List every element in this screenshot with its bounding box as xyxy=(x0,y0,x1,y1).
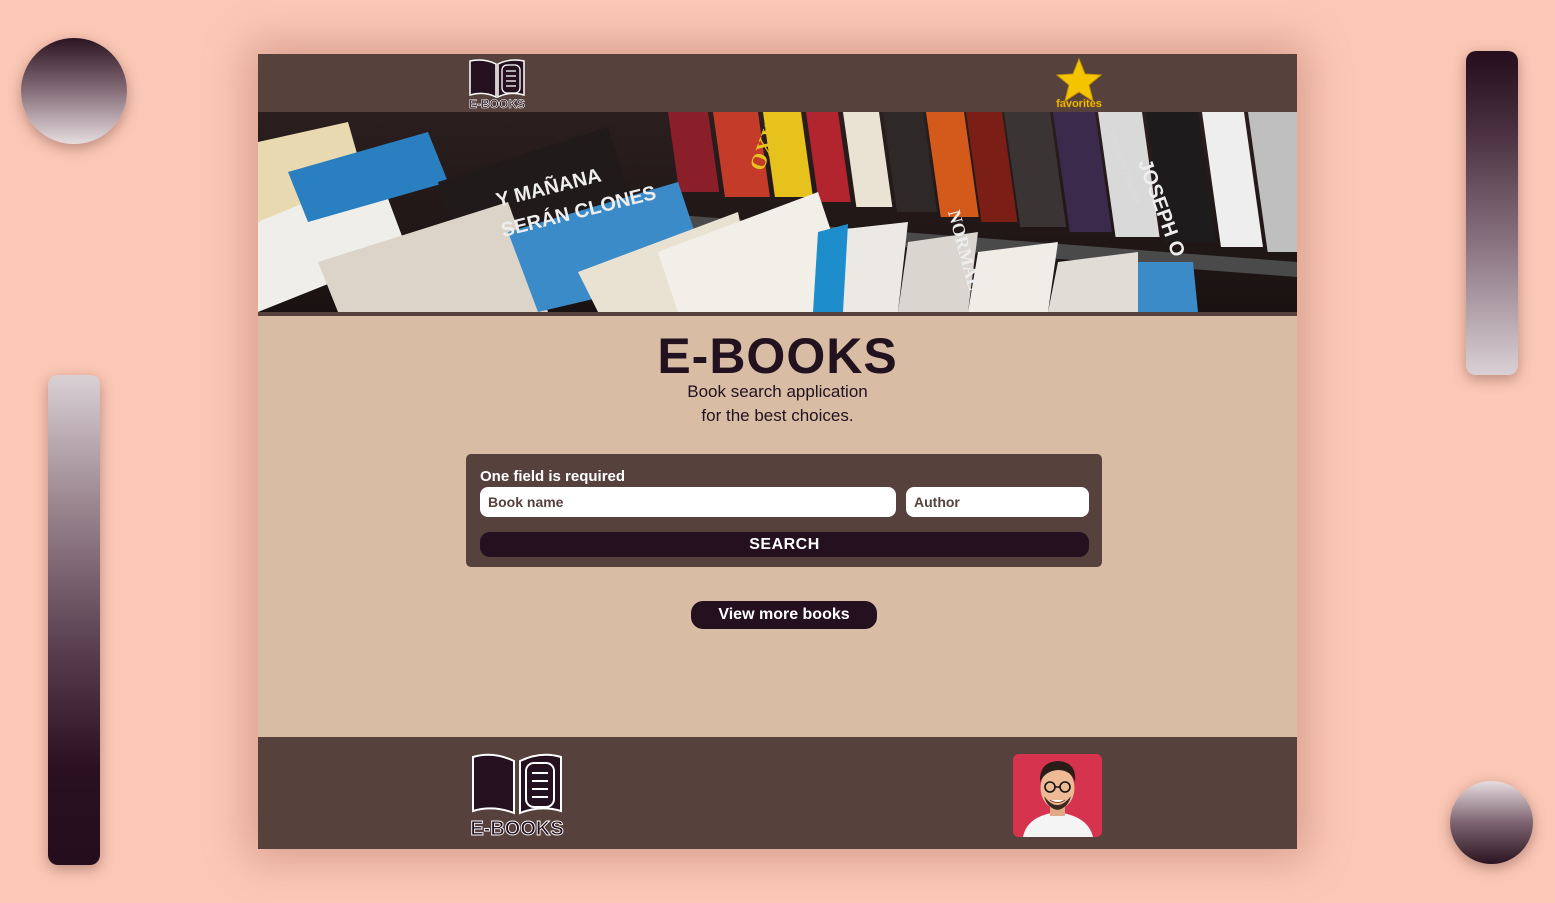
footer-logo-text: E-BOOKS xyxy=(470,818,563,840)
avatar[interactable] xyxy=(1013,754,1102,837)
page-subtitle: Book search application for the best cho… xyxy=(258,380,1297,428)
book-name-input[interactable] xyxy=(480,487,896,517)
search-button[interactable]: SEARCH xyxy=(480,532,1089,557)
header: E-BOOKS favorites xyxy=(258,54,1297,112)
header-logo-text: E-BOOKS xyxy=(469,97,525,111)
favorites-link[interactable]: favorites xyxy=(1052,56,1106,110)
footer-logo[interactable]: E-BOOKS xyxy=(465,751,569,841)
decorative-pill-right xyxy=(1466,51,1518,375)
view-more-books-button[interactable]: View more books xyxy=(691,601,877,629)
search-form: One field is required SEARCH xyxy=(466,454,1102,567)
page-title: E-BOOKS xyxy=(657,328,898,384)
app-window: E-BOOKS favorites Y MAÑANA SERÁN CLONES … xyxy=(258,54,1297,849)
star-icon: favorites xyxy=(1055,57,1103,110)
ebooks-logo-link[interactable]: E-BOOKS xyxy=(464,57,530,111)
avatar-photo xyxy=(1013,754,1102,837)
decorative-pill-left xyxy=(48,375,100,865)
subtitle-line-1: Book search application xyxy=(687,382,868,401)
book-icon: E-BOOKS xyxy=(470,753,564,840)
book-icon: E-BOOKS xyxy=(469,59,525,111)
hero-divider xyxy=(258,312,1297,316)
footer: E-BOOKS xyxy=(258,737,1297,849)
decorative-circle-top-left xyxy=(21,38,127,144)
favorites-label: favorites xyxy=(1056,98,1102,110)
decorative-circle-bottom-right xyxy=(1450,781,1533,864)
author-input[interactable] xyxy=(906,487,1089,517)
hero-books-image: Y MAÑANA SERÁN CLONES OXY NORMAL JOSEPH … xyxy=(258,112,1297,312)
subtitle-line-2: for the best choices. xyxy=(701,406,854,425)
required-label: One field is required xyxy=(480,468,626,485)
